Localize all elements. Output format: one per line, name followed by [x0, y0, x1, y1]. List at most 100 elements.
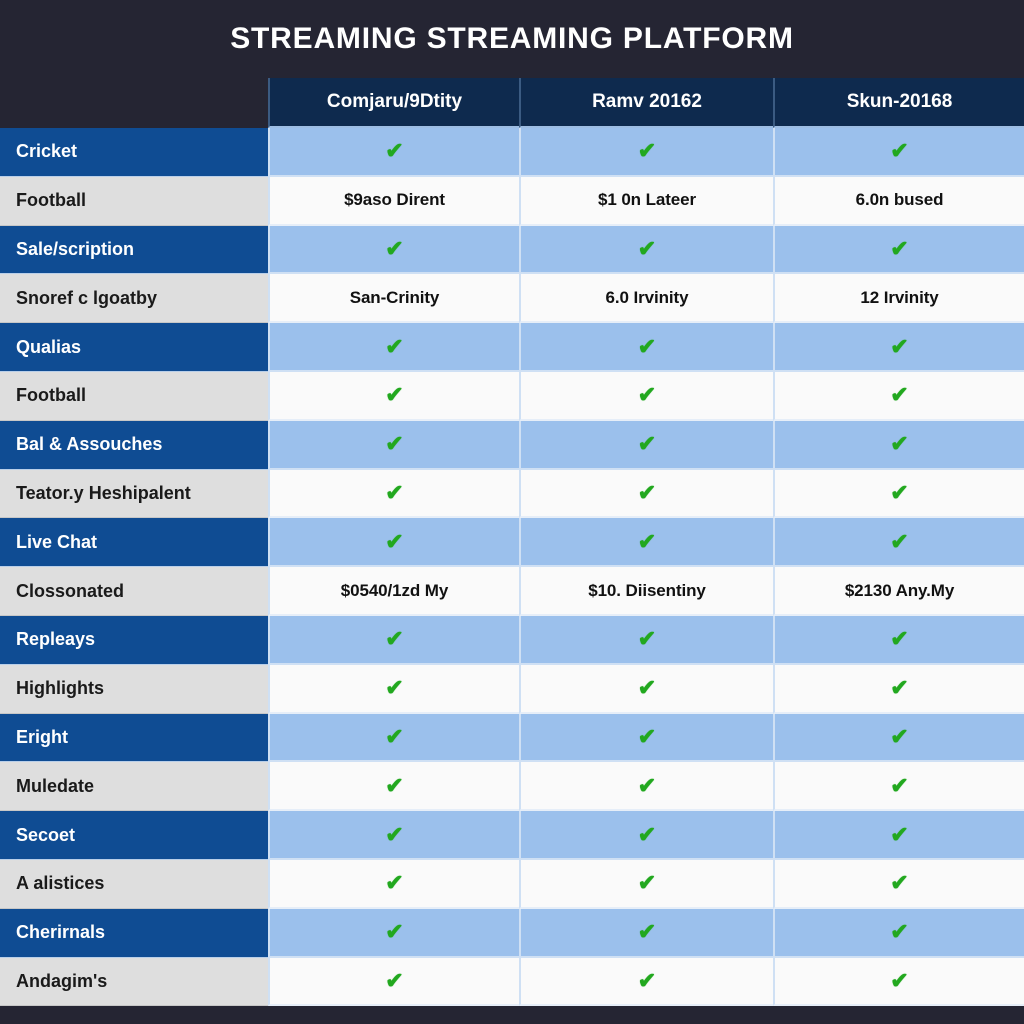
check-icon: ✔	[773, 859, 1024, 909]
check-icon: ✔	[268, 128, 519, 177]
table-row: Cricket ✔ ✔ ✔	[0, 128, 1024, 177]
table-row: Highlights ✔ ✔ ✔	[0, 664, 1024, 714]
row-label: Sale/scription	[0, 225, 268, 275]
check-icon: ✔	[519, 615, 773, 665]
check-icon: ✔	[773, 420, 1024, 470]
check-glyph: ✔	[385, 723, 404, 749]
check-icon: ✔	[268, 615, 519, 665]
check-glyph: ✔	[385, 967, 404, 993]
check-glyph: ✔	[890, 967, 909, 993]
column-header-2[interactable]: Ramv 20162	[519, 78, 773, 128]
check-glyph: ✔	[637, 821, 657, 847]
check-glyph: ✔	[637, 528, 657, 554]
row-label: Secoet	[0, 811, 268, 860]
cell-value: 6.0 Irvinity	[605, 287, 689, 307]
header-corner-cell	[0, 78, 268, 128]
check-icon: ✔	[519, 469, 773, 519]
row-label: Qualias	[0, 323, 268, 372]
check-glyph: ✔	[890, 772, 909, 798]
check-icon: ✔	[268, 908, 519, 958]
cell-value: $10. Diisentiny	[588, 580, 706, 600]
check-glyph: ✔	[890, 431, 909, 457]
check-icon: ✔	[773, 323, 1024, 372]
table-row: A alistices ✔ ✔ ✔	[0, 859, 1024, 909]
row-label: A alistices	[0, 859, 268, 909]
cell-value: 12 Irvinity	[860, 287, 939, 307]
value-cell: 12 Irvinity	[773, 274, 1024, 324]
check-icon: ✔	[773, 615, 1024, 665]
check-icon: ✔	[773, 128, 1024, 177]
table-row: Repleays ✔ ✔ ✔	[0, 615, 1024, 665]
table-row: Live Chat ✔ ✔ ✔	[0, 518, 1024, 568]
row-label: Muledate	[0, 762, 268, 812]
check-glyph: ✔	[385, 431, 404, 457]
check-icon: ✔	[268, 518, 519, 568]
check-icon: ✔	[519, 908, 773, 958]
row-label: Andagim's	[0, 957, 268, 1007]
check-icon: ✔	[519, 762, 773, 812]
row-label: Cricket	[0, 128, 268, 177]
check-icon: ✔	[773, 371, 1024, 421]
check-glyph: ✔	[637, 870, 657, 896]
check-glyph: ✔	[385, 772, 404, 798]
row-label: Eright	[0, 713, 268, 763]
check-icon: ✔	[519, 811, 773, 860]
column-header-1[interactable]: Comjaru/9Dtity	[268, 78, 519, 128]
comparison-table: Comjaru/9Dtity Ramv 20162 Skun-20168 Cricke…	[0, 78, 1024, 1008]
check-icon: ✔	[519, 420, 773, 470]
check-glyph: ✔	[385, 333, 404, 359]
check-icon: ✔	[519, 859, 773, 909]
table-row: Cherirnals ✔ ✔ ✔	[0, 908, 1024, 958]
check-glyph: ✔	[385, 919, 404, 945]
check-icon: ✔	[268, 762, 519, 812]
check-glyph: ✔	[637, 235, 657, 261]
check-icon: ✔	[268, 469, 519, 519]
check-glyph: ✔	[385, 479, 404, 505]
cell-value: $2130 Any.My	[844, 580, 955, 600]
check-glyph: ✔	[637, 138, 657, 164]
table-row: Secoet ✔ ✔ ✔	[0, 811, 1024, 860]
table-row: Clossonated $0540/1zd My $10. Diisentiny $2…	[0, 567, 1024, 616]
check-glyph: ✔	[385, 870, 404, 896]
value-cell: $10. Diisentiny	[519, 567, 773, 616]
row-label: Clossonated	[0, 567, 268, 616]
check-glyph: ✔	[637, 333, 657, 359]
cell-value: $0540/1zd My	[340, 580, 449, 600]
check-glyph: ✔	[385, 675, 404, 701]
check-glyph: ✔	[637, 382, 657, 408]
check-glyph: ✔	[637, 626, 657, 652]
check-icon: ✔	[773, 469, 1024, 519]
check-glyph: ✔	[890, 333, 909, 359]
check-icon: ✔	[268, 420, 519, 470]
row-label: Snoref c lgoatby	[0, 274, 268, 324]
page-title: STREAMING STREAMING PLATFORM	[230, 22, 794, 55]
check-icon: ✔	[773, 518, 1024, 568]
check-icon: ✔	[519, 518, 773, 568]
check-glyph: ✔	[890, 138, 909, 164]
value-cell: $1 0n Lateer	[519, 176, 773, 226]
check-glyph: ✔	[637, 675, 657, 701]
check-glyph: ✔	[890, 870, 909, 896]
table-header-row: Comjaru/9Dtity Ramv 20162 Skun-20168	[0, 78, 1024, 128]
footer-strip	[0, 1008, 1024, 1024]
table-row: Qualias ✔ ✔ ✔	[0, 323, 1024, 372]
value-cell: San-Crinity	[268, 274, 519, 324]
check-glyph: ✔	[637, 772, 657, 798]
table-row: Sale/scription ✔ ✔ ✔	[0, 225, 1024, 275]
check-glyph: ✔	[890, 675, 909, 701]
check-glyph: ✔	[637, 919, 657, 945]
cell-value: San-Crinity	[349, 287, 440, 307]
check-glyph: ✔	[890, 528, 909, 554]
check-glyph: ✔	[637, 967, 657, 993]
table-row: Teator.y Heshipalent ✔ ✔ ✔	[0, 469, 1024, 519]
check-glyph: ✔	[890, 626, 909, 652]
row-label: Live Chat	[0, 518, 268, 568]
check-icon: ✔	[519, 713, 773, 763]
row-label: Teator.y Heshipalent	[0, 469, 268, 519]
table-row: Snoref c lgoatby San-Crinity 6.0 Irvinity 1…	[0, 274, 1024, 324]
check-icon: ✔	[268, 859, 519, 909]
column-header-3[interactable]: Skun-20168	[773, 78, 1024, 128]
check-glyph: ✔	[385, 235, 404, 261]
value-cell: $0540/1zd My	[268, 567, 519, 616]
check-icon: ✔	[773, 664, 1024, 714]
